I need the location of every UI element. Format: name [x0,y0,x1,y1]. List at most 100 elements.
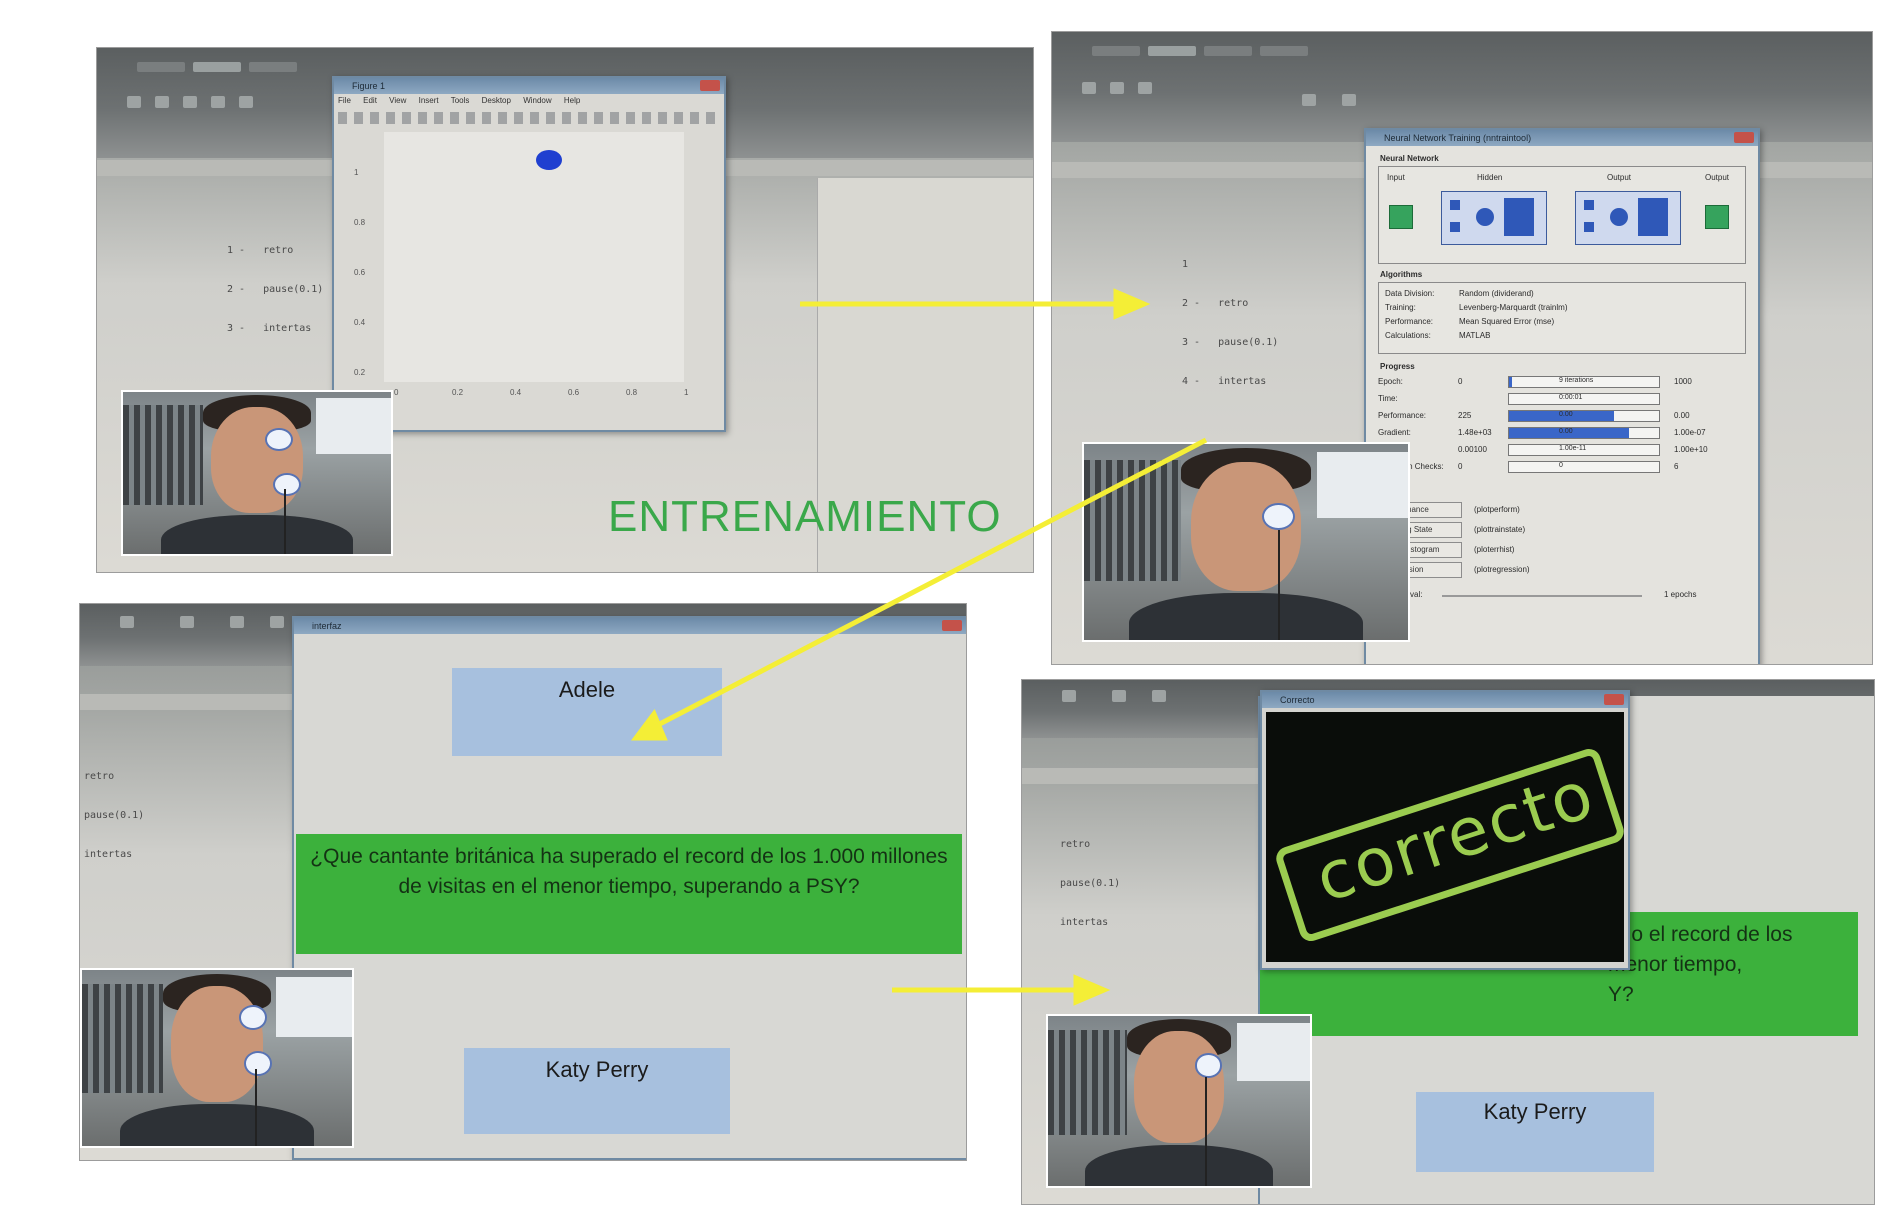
quiz-title: interfaz [294,618,966,634]
menu-desktop[interactable]: Desktop [482,96,511,105]
progress-start: 225 [1458,411,1472,420]
figure-toolbar[interactable] [338,112,720,124]
ribbon-icon[interactable] [270,616,284,628]
progress-current: 0.00 [1559,411,1573,418]
ribbon-icon[interactable] [127,96,141,108]
menu-view[interactable]: View [389,96,406,105]
progress-end: 6 [1674,462,1679,471]
webcam-feed [121,390,393,556]
editor-code: retro pause(0.1) intertas [84,744,144,887]
ribbon-tab[interactable] [1092,46,1140,56]
ribbon-tab[interactable] [1204,46,1252,56]
code-line: retro [1060,839,1091,850]
section-network: Neural Network [1380,154,1439,163]
menu-window[interactable]: Window [523,96,551,105]
data-point [536,150,562,170]
progress-start: 0 [1458,377,1463,386]
algo-label: Calculations: [1385,331,1431,340]
progress-current: 9 iterations [1559,377,1594,384]
menu-edit[interactable]: Edit [363,96,377,105]
ribbon-icon[interactable] [1110,82,1124,94]
ribbon-tab[interactable] [137,62,185,72]
ribbon-icon[interactable] [239,96,253,108]
algo-value: MATLAB [1459,331,1491,340]
close-button[interactable] [942,620,962,631]
figure-menubar: File Edit View Insert Tools Desktop Wind… [338,96,720,110]
menu-file[interactable]: File [338,96,351,105]
ribbon-icon[interactable] [120,616,134,628]
progress-end: 0.00 [1674,411,1690,420]
code-line: pause(0.1) [84,810,145,821]
y-tick: 0.6 [354,268,366,277]
progress-end: 1.00e-07 [1674,428,1706,437]
progress-start: 1.48e+03 [1458,428,1492,437]
electrode-icon [244,1050,273,1077]
nntraintool-title: Neural Network Training (nntraintool) [1366,130,1758,146]
ribbon-icon[interactable] [180,616,194,628]
ribbon-icon[interactable] [1342,94,1356,106]
electrode-icon [238,1005,267,1031]
progress-bar: 0.00 [1508,410,1660,422]
plot-func: (plotregression) [1474,565,1530,574]
ribbon-icon[interactable] [155,96,169,108]
ribbon-icon[interactable] [1302,94,1316,106]
progress-label: Epoch: [1378,377,1403,386]
x-tick: 0 [394,388,399,397]
code-line: 3 - pause(0.1) [1182,337,1279,348]
answer-option-top[interactable]: Adele [452,668,722,756]
progress-end: 1000 [1674,377,1692,386]
section-algorithms: Algorithms [1380,270,1423,279]
progress-table: Epoch: 0 9 iterations 1000 Time: 0:00:01 Perfo… [1378,376,1744,486]
close-button[interactable] [1734,132,1754,143]
y-tick: 0.2 [354,368,366,377]
progress-fill [1509,377,1512,387]
electrode-icon [265,427,294,452]
progress-current: 0 [1559,462,1563,469]
ribbon-icon[interactable] [230,616,244,628]
plot-interval-slider[interactable] [1442,595,1642,597]
layer-label: Input [1387,173,1405,182]
layer-label: Output [1607,173,1632,182]
ribbon-icon[interactable] [183,96,197,108]
answer-option-bottom[interactable]: Katy Perry [464,1048,730,1134]
y-tick: 1 [354,168,359,177]
algorithms-box: Data Division: Random (dividerand) Train… [1378,282,1746,354]
algo-label: Data Division: [1385,289,1435,298]
ribbon-icon[interactable] [1112,690,1126,702]
answer-option-bottom[interactable]: Katy Perry [1416,1092,1654,1172]
menu-help[interactable]: Help [564,96,580,105]
code-line: 3 - intertas [227,323,312,334]
x-tick: 0.2 [452,388,464,397]
progress-label: Performance: [1378,411,1427,420]
progress-label: Gradient: [1378,428,1411,437]
close-button[interactable] [700,80,720,91]
ribbon-icon[interactable] [211,96,225,108]
ribbon-tab[interactable] [1148,46,1196,56]
plots-section: Performance (plotperform) Training State… [1378,502,1744,612]
matlab-ribbon [1052,32,1872,142]
progress-current: 0:00:01 [1559,394,1583,401]
editor-code: 1 2 - retro 3 - pause(0.1) 4 - intertas [1182,232,1278,414]
editor-code: 1 - retro 2 - pause(0.1) 3 - intertas [227,218,323,361]
ribbon-tab[interactable] [249,62,297,72]
training-label: ENTRENAMIENTO [608,492,1002,541]
photo-nntool-screen: 1 2 - retro 3 - pause(0.1) 4 - intertas … [1052,32,1872,664]
ribbon-icon[interactable] [1138,82,1152,94]
algo-label: Training: [1385,303,1416,312]
y-tick: 0.8 [354,218,366,227]
menu-insert[interactable]: Insert [419,96,439,105]
code-line: intertas [84,849,133,860]
ribbon-tab[interactable] [193,62,241,72]
ribbon-icon[interactable] [1062,690,1076,702]
plot-func: (ploterrhist) [1474,545,1515,554]
progress-label: Time: [1378,394,1398,403]
algo-value: Mean Squared Error (mse) [1459,317,1555,326]
ribbon-icon[interactable] [1082,82,1096,94]
code-line: 4 - intertas [1182,376,1267,387]
ribbon-tab[interactable] [1260,46,1308,56]
ribbon-icon[interactable] [1152,690,1166,702]
x-tick: 0.8 [626,388,638,397]
close-button[interactable] [1604,694,1624,705]
algo-value: Levenberg-Marquardt (trainlm) [1459,303,1568,312]
menu-tools[interactable]: Tools [451,96,470,105]
